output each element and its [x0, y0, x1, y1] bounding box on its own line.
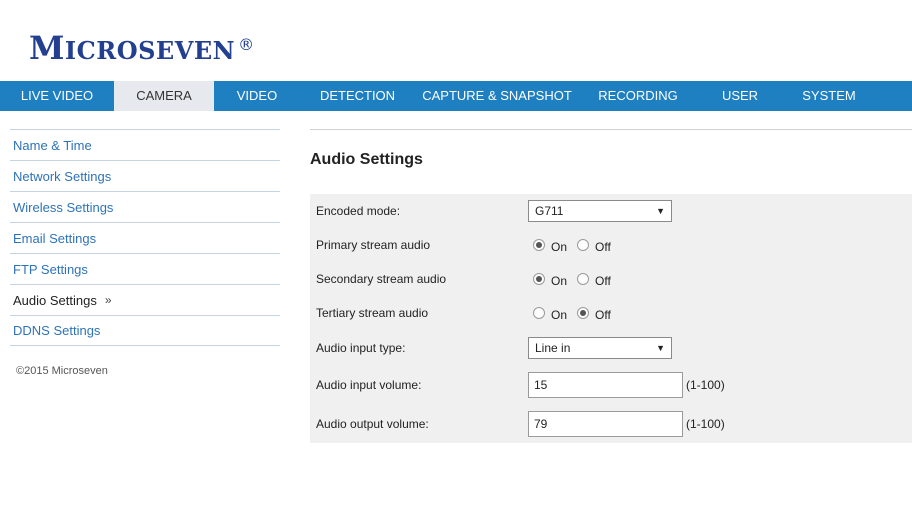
brand-logo: MICROSEVEN ®: [29, 30, 254, 64]
primary-audio-off-radio[interactable]: [577, 239, 590, 251]
sidebar-menu: Name & Time Network Settings Wireless Se…: [10, 129, 280, 346]
tab-recording[interactable]: RECORDING: [579, 81, 697, 111]
sidebar-item-label: Audio Settings: [13, 292, 97, 308]
encoded-mode-row: Encoded mode: G711 ▼: [310, 200, 912, 222]
sidebar-item-label: Wireless Settings: [13, 199, 114, 215]
tertiary-audio-on-radio[interactable]: [533, 307, 545, 319]
sidebar-item-label: Email Settings: [13, 230, 97, 246]
primary-audio-off-label: Off: [595, 239, 611, 254]
primary-audio-row: Primary stream audio On Off: [310, 235, 912, 255]
input-type-value: Line in: [535, 341, 571, 355]
tab-camera[interactable]: CAMERA: [114, 81, 214, 111]
logo-rest: ICROSEVEN: [64, 36, 236, 65]
output-volume-range: (1-100): [686, 417, 725, 431]
secondary-audio-label: Secondary stream audio: [316, 272, 447, 286]
secondary-audio-on-label: On: [551, 273, 568, 288]
input-volume-row: Audio input volume: 15 (1-100): [310, 372, 912, 398]
content-divider: [310, 129, 912, 130]
encoded-mode-label: Encoded mode:: [316, 204, 401, 218]
sidebar-item-label: DDNS Settings: [13, 323, 101, 338]
chevron-down-icon: ▼: [656, 343, 665, 353]
tertiary-audio-label: Tertiary stream audio: [316, 306, 429, 320]
sidebar-item-label: FTP Settings: [13, 261, 88, 277]
primary-audio-label: Primary stream audio: [316, 238, 431, 252]
primary-audio-radio-group: On Off: [533, 237, 611, 254]
input-volume-label: Audio input volume:: [316, 378, 422, 392]
tertiary-audio-on-label: On: [551, 307, 568, 322]
input-type-label: Audio input type:: [316, 341, 406, 355]
active-marker-icon: »: [104, 293, 112, 307]
encoded-mode-select[interactable]: G711 ▼: [528, 200, 672, 222]
input-type-select[interactable]: Line in ▼: [528, 337, 672, 359]
registered-mark: ®: [238, 35, 255, 54]
secondary-audio-row: Secondary stream audio On Off: [310, 269, 912, 289]
sidebar-item-ddns-settings[interactable]: DDNS Settings: [10, 315, 280, 346]
output-volume-label: Audio output volume:: [316, 417, 429, 431]
tab-video[interactable]: VIDEO: [214, 81, 300, 111]
tertiary-audio-radio-group: On Off: [533, 305, 611, 322]
input-volume-range: (1-100): [686, 378, 725, 392]
audio-settings-form: Encoded mode: G711 ▼ Primary stream audi…: [310, 194, 912, 443]
top-navigation: LIVE VIDEO CAMERA VIDEO DETECTION CAPTUR…: [0, 81, 912, 111]
tertiary-audio-off-radio[interactable]: [577, 307, 590, 319]
sidebar-item-label: Name & Time: [13, 137, 92, 153]
page-title: Audio Settings: [310, 151, 423, 168]
sidebar-item-name-time[interactable]: Name & Time: [10, 129, 280, 160]
input-volume-field[interactable]: 15: [528, 372, 683, 398]
sidebar-item-ftp-settings[interactable]: FTP Settings: [10, 253, 280, 284]
sidebar-item-email-settings[interactable]: Email Settings: [10, 222, 280, 253]
secondary-audio-radio-group: On Off: [533, 271, 611, 288]
tab-user[interactable]: USER: [697, 81, 783, 111]
tab-live-video[interactable]: LIVE VIDEO: [0, 81, 114, 111]
sidebar-item-audio-settings[interactable]: Audio Settings »: [10, 284, 280, 315]
tab-capture-snapshot[interactable]: CAPTURE & SNAPSHOT: [415, 81, 579, 111]
secondary-audio-off-label: Off: [595, 273, 611, 288]
secondary-audio-off-radio[interactable]: [577, 273, 590, 285]
encoded-mode-value: G711: [535, 204, 564, 218]
primary-audio-on-label: On: [551, 239, 568, 254]
secondary-audio-on-radio[interactable]: [533, 273, 545, 285]
primary-audio-on-radio[interactable]: [533, 239, 545, 251]
logo-first-letter: M: [29, 29, 65, 67]
chevron-down-icon: ▼: [656, 206, 665, 216]
tab-detection[interactable]: DETECTION: [300, 81, 415, 111]
output-volume-field[interactable]: 79: [528, 411, 683, 437]
sidebar-item-network-settings[interactable]: Network Settings: [10, 160, 280, 191]
output-volume-row: Audio output volume: 79 (1-100): [310, 411, 912, 437]
sidebar-item-label: Network Settings: [13, 168, 112, 184]
input-type-row: Audio input type: Line in ▼: [310, 337, 912, 359]
sidebar-item-wireless-settings[interactable]: Wireless Settings: [10, 191, 280, 222]
tertiary-audio-off-label: Off: [595, 307, 611, 322]
copyright-text: ©2015 Microseven: [16, 365, 108, 377]
tab-system[interactable]: SYSTEM: [783, 81, 875, 111]
tertiary-audio-row: Tertiary stream audio On Off: [310, 303, 912, 323]
